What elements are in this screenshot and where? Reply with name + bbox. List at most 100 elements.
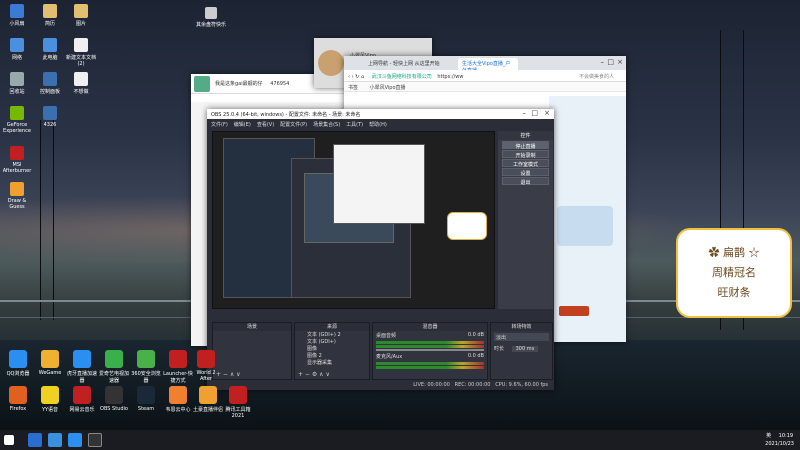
desktop-shortcut[interactable]: Steam xyxy=(130,386,162,412)
promo-button[interactable] xyxy=(559,306,589,316)
transition-select[interactable]: 淡出 xyxy=(494,333,549,341)
tray-clock[interactable]: 英 10:19 2021/10/23 xyxy=(765,432,794,448)
desktop-shortcut[interactable]: 腾讯工具箱2021 xyxy=(222,386,254,419)
desktop-icon-label: 不想做 xyxy=(73,89,89,95)
desktop-shortcut[interactable]: 爱奇艺电视加速器 xyxy=(98,350,130,384)
desktop-icon[interactable]: 图片 xyxy=(66,4,96,27)
desktop-icon-label: 虎牙直播加速器 xyxy=(66,371,97,384)
menu-item[interactable]: 工具(T) xyxy=(346,122,363,128)
desktop-icon[interactable]: 控制面板 xyxy=(35,72,65,95)
desktop-shortcut[interactable]: 虎牙直播加速器 xyxy=(66,350,98,384)
desktop-icon-notify[interactable]: 其余盘符快乐 xyxy=(194,7,228,28)
desktop-shortcut[interactable]: 网易云音乐 xyxy=(66,386,98,413)
mixer-track-name: 麦克风/Aux xyxy=(376,354,403,360)
app-icon[interactable] xyxy=(28,433,42,447)
obs-preview[interactable] xyxy=(212,131,495,309)
menu-item[interactable]: 编辑(E) xyxy=(234,122,251,128)
desktop-shortcut[interactable]: QQ浏览器 xyxy=(2,350,34,377)
mixer-track: 桌面音频 0.0 dB xyxy=(373,331,487,340)
obs-taskbar-icon[interactable] xyxy=(88,433,102,447)
desktop-icon[interactable]: 4326 xyxy=(35,106,65,128)
menu-item[interactable]: 场景集合(S) xyxy=(313,122,340,128)
clock-time: 10:19 xyxy=(778,433,794,439)
source-item[interactable]: 图像 2 xyxy=(295,352,369,359)
taskbar: 英 10:19 2021/10/23 xyxy=(0,430,800,450)
obs-window[interactable]: OBS 25.0.4 (64-bit, windows) - 配置文件: 未命名… xyxy=(207,109,554,390)
desktop-shortcut[interactable]: YY语音 xyxy=(34,386,66,413)
app-icon xyxy=(10,106,24,120)
power-tower-left xyxy=(40,120,54,320)
ime-indicator[interactable]: 英 xyxy=(766,433,771,439)
bookmark-item[interactable]: 小翠风Vipo直播 xyxy=(370,85,406,91)
search-hint[interactable]: 不会做美食的人 xyxy=(579,73,614,80)
desktop-icon[interactable]: 网络 xyxy=(2,38,32,61)
address-bar[interactable]: ‹ › ↻ ⌂ 武汉斗鱼网络科技有限公司 https://ww 不会做美食的人 xyxy=(344,70,626,82)
desktop-icon[interactable]: MSI Afterburner xyxy=(2,146,32,174)
minimize-icon[interactable]: – xyxy=(523,109,527,117)
close-icon[interactable]: × xyxy=(544,109,550,117)
maximize-icon[interactable]: □ xyxy=(531,109,538,117)
app-icon[interactable] xyxy=(68,433,82,447)
duration-label: 时长 xyxy=(494,346,505,352)
menu-item[interactable]: 文件(F) xyxy=(211,122,228,128)
exit-button[interactable]: 退出 xyxy=(502,177,549,186)
desktop-shortcut[interactable]: Firefox xyxy=(2,386,34,412)
back-icon[interactable]: ‹ › ↻ ⌂ xyxy=(348,74,364,80)
sources-toolbar[interactable]: + − ⚙ ∧ ∨ xyxy=(295,371,369,379)
desktop-icon[interactable]: 此电脑 xyxy=(35,38,65,61)
obs-statusbar: LIVE: 00:00:00 REC: 00:00:00 CPU: 9.6%, … xyxy=(207,380,554,390)
tab-live[interactable]: 生活大全Vipo直播_户外直播 xyxy=(458,58,518,74)
desktop-shortcut[interactable]: WeGame xyxy=(34,350,66,376)
desktop-icon[interactable]: 不想做 xyxy=(66,72,96,95)
source-item[interactable]: 显示器采集 xyxy=(295,359,369,366)
menu-item[interactable]: 配置文件(P) xyxy=(280,122,307,128)
source-item[interactable]: 文本 (GDI+) xyxy=(295,338,369,345)
desktop-icon-label: 网易云音乐 xyxy=(69,407,95,413)
scenes-toolbar[interactable]: + − ∧ ∨ xyxy=(213,371,291,379)
minimize-icon[interactable]: – xyxy=(601,58,605,66)
avatar[interactable] xyxy=(194,76,210,92)
scenes-title: 场景 xyxy=(213,323,291,331)
desktop-shortcut[interactable]: 土豪直播伴侣 xyxy=(192,386,224,413)
menu-item[interactable]: 查看(V) xyxy=(257,122,274,128)
desktop-shortcut[interactable]: 360安全浏览器 xyxy=(130,350,162,384)
qq-title: 我是这条gai最靓的仔 xyxy=(215,81,263,87)
close-icon[interactable]: × xyxy=(617,58,623,66)
desktop-icon-label: 4326 xyxy=(43,122,57,128)
volume-slider[interactable] xyxy=(376,349,484,351)
stream-sticker: ✿ 扁鹊 ☆ 周精冠名 旺财条 xyxy=(676,228,792,318)
qq-count: 476954 xyxy=(270,81,290,87)
start-recording-button[interactable]: 开始录制 xyxy=(502,150,549,159)
windows-start-icon[interactable] xyxy=(4,435,14,445)
desktop-shortcut[interactable]: OBS Studio xyxy=(98,386,130,412)
desktop-icon[interactable]: 简历 xyxy=(35,4,65,27)
tab-nav[interactable]: 上网导航 - 轻快上网 从这里开始 xyxy=(364,58,458,70)
bookmark-bar: 书签 小翠风Vipo直播 xyxy=(344,82,626,92)
desktop-icon[interactable]: 小风扇 xyxy=(2,4,32,27)
mixer-track-name: 桌面音频 xyxy=(376,333,397,339)
source-item[interactable]: 图像 xyxy=(295,345,369,352)
sticker-line: 旺财条 xyxy=(717,286,751,299)
maximize-icon[interactable]: □ xyxy=(607,58,614,66)
source-item[interactable]: 文本 (GDI+) 2 xyxy=(295,331,369,338)
settings-button[interactable]: 设置 xyxy=(502,168,549,177)
app-icon[interactable] xyxy=(48,433,62,447)
menu-item[interactable]: 帮助(H) xyxy=(369,122,387,128)
mixer-track-level: 0.0 dB xyxy=(467,353,484,359)
app-icon xyxy=(137,386,155,404)
desktop-shortcut[interactable]: World 2 After xyxy=(190,350,222,382)
desktop-shortcut[interactable]: 韦恩云中心 xyxy=(162,386,194,413)
desktop-icon[interactable]: 新建文本文档 (2) xyxy=(66,38,96,67)
stop-stream-button[interactable]: 停止直播 xyxy=(502,141,549,150)
sources-dock: 来源 文本 (GDI+) 2 文本 (GDI+) 图像 图像 2 显示器采集 +… xyxy=(294,322,370,380)
rec-status: REC: 00:00:00 xyxy=(454,382,491,388)
promo-banner[interactable] xyxy=(557,206,613,246)
studio-mode-button[interactable]: 工作室模式 xyxy=(502,159,549,168)
duration-input[interactable]: 300 ms xyxy=(511,346,539,352)
transition-value: 淡出 xyxy=(496,335,507,341)
desktop-icon[interactable]: GeForce Experience xyxy=(2,106,32,134)
preview-sticker xyxy=(447,212,487,240)
desktop-icon[interactable]: 回收站 xyxy=(2,72,32,95)
bookmark-item[interactable]: 书签 xyxy=(348,85,358,91)
desktop-icon[interactable]: Draw & Guess xyxy=(2,182,32,210)
